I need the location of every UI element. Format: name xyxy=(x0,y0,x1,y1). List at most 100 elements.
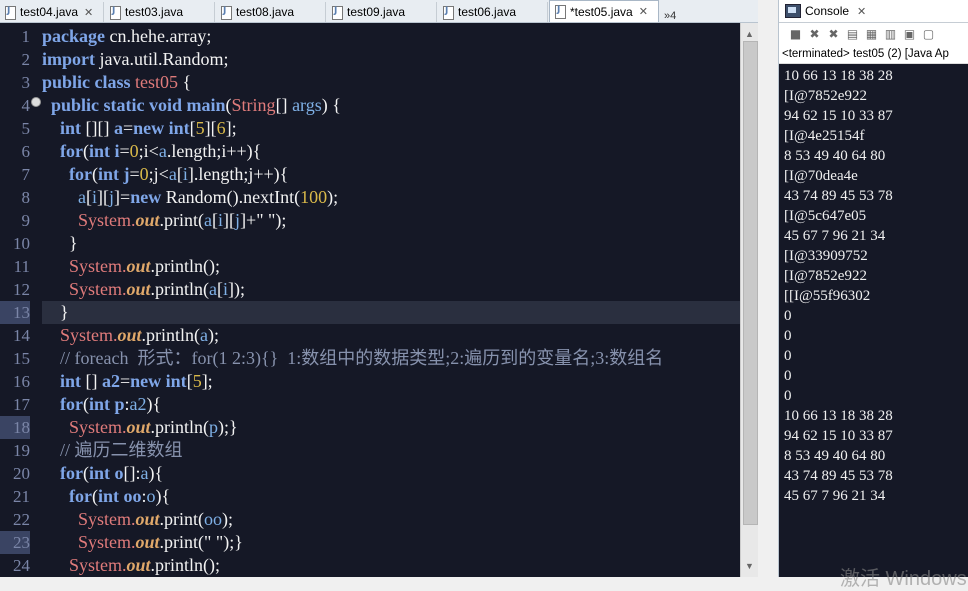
tab-overflow-indicator[interactable]: »4 xyxy=(664,10,676,22)
line-number: 9 xyxy=(21,211,31,230)
code-token: ]+" "); xyxy=(240,210,287,230)
code-line[interactable]: System.out.println(p);} xyxy=(42,416,740,439)
code-token: oo xyxy=(204,509,223,529)
code-token: 形式：for(1 2:3){} 1:数组中的数据类型;2:遍历到的变量名;3:数… xyxy=(128,348,664,368)
editor-tab-label: test08.java xyxy=(236,5,295,19)
code-line[interactable]: int [] a2=new int[5]; xyxy=(42,370,740,393)
line-number: 12 xyxy=(13,280,30,299)
code-line[interactable]: public class test05 { xyxy=(42,71,740,94)
fold-toggle-icon[interactable] xyxy=(31,97,41,107)
code-line[interactable]: // foreach 形式：for(1 2:3){} 1:数组中的数据类型;2:… xyxy=(42,347,740,370)
code-token: a xyxy=(114,118,123,138)
line-number: 23 xyxy=(0,531,30,554)
scroll-down-icon[interactable]: ▼ xyxy=(745,561,754,571)
code-token: ]); xyxy=(228,279,246,299)
code-token: int xyxy=(88,463,110,483)
code-line[interactable]: } xyxy=(42,232,740,255)
code-token: for xyxy=(60,394,83,414)
code-token: new int xyxy=(133,118,190,138)
code-token: } xyxy=(42,233,78,253)
code-line[interactable]: package cn.hehe.array; xyxy=(42,25,740,48)
remove-launch-icon[interactable]: ✖ xyxy=(808,27,821,41)
code-token: a xyxy=(209,279,218,299)
line-number: 13 xyxy=(0,301,30,324)
code-token: int xyxy=(97,164,119,184)
code-line[interactable]: System.out.println(a[i]); xyxy=(42,278,740,301)
display-console-icon[interactable]: ▢ xyxy=(922,27,935,41)
line-number: 8 xyxy=(21,188,31,207)
code-token: import xyxy=(42,49,95,69)
console-output[interactable]: 10 66 13 18 38 28 [I@7852e922 94 62 15 10 … xyxy=(779,64,968,577)
editor-tab[interactable]: *test05.java ✕ xyxy=(549,0,659,22)
remove-all-icon[interactable]: ✖ xyxy=(827,27,840,41)
code-token: ;j< xyxy=(148,164,169,184)
code-line[interactable]: System.out.print(" ");} xyxy=(42,531,740,554)
editor-tab[interactable]: test08.java xyxy=(216,2,326,22)
code-line[interactable]: System.out.println(a); xyxy=(42,324,740,347)
code-token: a xyxy=(168,164,177,184)
code-token: []: xyxy=(123,463,141,483)
editor-tab[interactable]: test03.java xyxy=(105,2,215,22)
line-number: 21 xyxy=(13,487,30,506)
code-line[interactable]: System.out.print(a[i][j]+" "); xyxy=(42,209,740,232)
code-token: int xyxy=(88,394,110,414)
code-line[interactable]: // 遍历二维数组 xyxy=(42,439,740,462)
code-token: System. xyxy=(60,325,118,345)
editor-tab-label: test03.java xyxy=(125,5,184,19)
code-line[interactable]: System.out.print(oo); xyxy=(42,508,740,531)
code-token: for xyxy=(69,486,92,506)
scrollbar-thumb[interactable] xyxy=(743,41,758,525)
console-tab[interactable]: Console ✕ xyxy=(779,0,968,23)
code-line[interactable]: a[i][j]=new Random().nextInt(100); xyxy=(42,186,740,209)
console-output-line: 0 xyxy=(784,388,792,404)
editor-vertical-scrollbar[interactable]: ▲ ▼ xyxy=(740,23,759,577)
code-token: main xyxy=(182,95,226,115)
line-number: 17 xyxy=(13,395,30,414)
code-token: .println( xyxy=(141,325,201,345)
line-number: 1 xyxy=(21,27,31,46)
code-token: .print( xyxy=(159,210,205,230)
console-output-line: 8 53 49 40 64 80 xyxy=(784,448,886,464)
tab-close-icon[interactable]: ✕ xyxy=(639,5,648,18)
code-line[interactable]: for(int o[]:a){ xyxy=(42,462,740,485)
code-token: = xyxy=(120,371,131,391)
code-line[interactable]: for(int p:a2){ xyxy=(42,393,740,416)
code-line[interactable]: System.out.println(); xyxy=(42,255,740,278)
editor-tab[interactable]: test09.java xyxy=(327,2,437,22)
code-line[interactable]: System.out.println(); xyxy=(42,554,740,577)
java-file-icon xyxy=(555,5,566,19)
code-line[interactable]: } xyxy=(42,301,740,324)
tab-close-icon[interactable]: ✕ xyxy=(84,6,93,19)
code-line[interactable]: for(int oo:o){ xyxy=(42,485,740,508)
code-line[interactable]: import java.util.Random; xyxy=(42,48,740,71)
code-line[interactable]: int [][] a=new int[5][6]; xyxy=(42,117,740,140)
code-line[interactable]: for(int j=0;j<a[i].length;j++){ xyxy=(42,163,740,186)
code-line[interactable]: public static void main(String[] args) { xyxy=(42,94,740,117)
code-token: .print(" ");} xyxy=(159,532,243,552)
editor-tab[interactable]: test06.java xyxy=(438,2,548,22)
code-editor[interactable]: 1 2 3 4 5 6 7 8 9 10 11 12 13 14 15 16 17 18 19 20 21 22 23 24 … xyxy=(0,23,740,577)
code-token: = xyxy=(129,164,140,184)
console-output-line: 0 xyxy=(784,348,792,364)
code-line[interactable]: for(int i=0;i<a.length;i++){ xyxy=(42,140,740,163)
code-token: System. xyxy=(78,210,136,230)
code-token: public class xyxy=(42,72,131,92)
line-number: 2 xyxy=(21,50,31,69)
code-token: [][] xyxy=(81,118,114,138)
scroll-up-icon[interactable]: ▲ xyxy=(745,29,754,39)
code-token: System. xyxy=(69,256,127,276)
console-close-icon[interactable]: ✕ xyxy=(857,5,866,18)
code-token: a xyxy=(140,463,149,483)
terminate-icon[interactable]: ■ xyxy=(789,27,802,41)
clear-console-icon[interactable]: ▤ xyxy=(846,27,859,41)
editor-tab[interactable]: test04.java ✕ xyxy=(0,2,104,22)
word-wrap-icon[interactable]: ▥ xyxy=(884,27,897,41)
scroll-lock-icon[interactable]: ▦ xyxy=(865,27,878,41)
code-token: oo xyxy=(123,486,142,506)
code-token: out xyxy=(126,256,151,276)
java-file-icon xyxy=(221,5,232,20)
pin-console-icon[interactable]: ▣ xyxy=(903,27,916,41)
